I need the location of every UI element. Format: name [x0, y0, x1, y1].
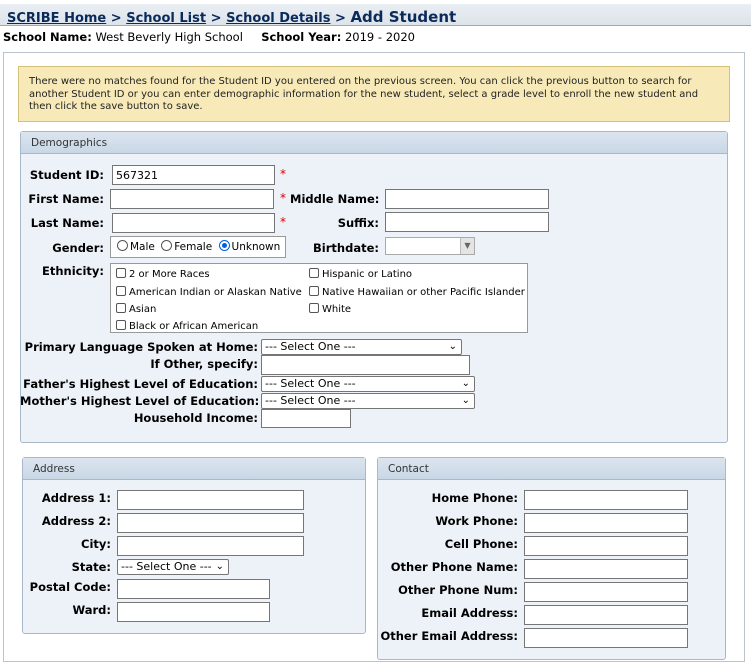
work-phone-input[interactable] [524, 513, 688, 533]
no-match-notice: There were no matches found for the Stud… [18, 66, 730, 122]
ethnicity-option[interactable]: Native Hawaiian or other Pacific Islande… [309, 286, 525, 298]
checkbox-icon [309, 303, 319, 313]
household-income-input[interactable] [261, 409, 351, 428]
ethnicity-option[interactable]: Hispanic or Latino [309, 268, 412, 280]
radio-selected-icon [218, 240, 230, 251]
other-phone-num-input[interactable] [524, 582, 688, 602]
ethnicity-option[interactable]: Black or African American [116, 320, 258, 332]
school-info: School Name: West Beverly High School Sc… [3, 30, 415, 44]
email-input[interactable] [524, 605, 688, 625]
checkbox-icon [309, 268, 319, 278]
breadcrumb-separator: > [110, 11, 122, 26]
primary-language-label: Primary Language Spoken at Home: [24, 340, 258, 354]
father-education-select[interactable]: --- Select One --- ⌄ [261, 376, 475, 392]
contact-header: Contact [378, 458, 725, 480]
work-phone-label: Work Phone: [435, 514, 518, 528]
city-input[interactable] [117, 536, 304, 556]
cell-phone-input[interactable] [524, 536, 688, 556]
student-id-label: Student ID: [29, 168, 104, 182]
gender-option-unknown[interactable]: Unknown [218, 240, 280, 253]
first-name-input[interactable] [110, 189, 274, 209]
household-income-label: Household Income: [133, 411, 258, 425]
suffix-input[interactable] [385, 212, 549, 232]
chevron-down-icon: ⌄ [448, 341, 457, 352]
chevron-down-icon: ⌄ [461, 395, 470, 406]
school-year-label: School Year: [261, 30, 342, 44]
middle-name-input[interactable] [385, 189, 549, 209]
email-label: Email Address: [421, 606, 518, 620]
radio-icon [117, 240, 128, 251]
school-name-value: West Beverly High School [95, 30, 243, 44]
birthdate-input[interactable]: ▼ [385, 237, 475, 255]
checkbox-icon [116, 268, 126, 278]
school-year-value: 2019 - 2020 [344, 30, 415, 44]
if-other-label: If Other, specify: [150, 357, 258, 371]
gender-option-male[interactable]: Male [117, 240, 155, 253]
breadcrumb-home-link[interactable]: SCRIBE Home [7, 11, 106, 26]
primary-language-select[interactable]: --- Select One --- ⌄ [261, 339, 462, 355]
checkbox-icon [116, 320, 126, 330]
breadcrumb-school-details-link[interactable]: School Details [226, 11, 330, 26]
gender-option-female[interactable]: Female [161, 240, 212, 253]
other-phone-name-input[interactable] [524, 559, 688, 579]
other-email-input[interactable] [524, 628, 688, 648]
radio-icon [161, 240, 173, 251]
ethnicity-option[interactable]: 2 or More Races [116, 268, 210, 280]
postal-code-label: Postal Code: [29, 580, 111, 594]
home-phone-label: Home Phone: [431, 491, 518, 505]
ethnicity-label: Ethnicity: [41, 264, 104, 278]
required-marker: * [280, 167, 286, 181]
other-phone-name-label: Other Phone Name: [390, 560, 518, 574]
mother-education-select[interactable]: --- Select One --- ⌄ [261, 393, 475, 409]
ethnicity-option[interactable]: American Indian or Alaskan Native [116, 286, 302, 298]
address1-input[interactable] [117, 490, 304, 510]
breadcrumb-separator: > [210, 11, 222, 26]
state-label: State: [71, 560, 111, 574]
chevron-down-icon: ⌄ [461, 378, 470, 389]
last-name-label: Last Name: [30, 216, 104, 230]
breadcrumb-separator: > [335, 11, 346, 26]
address2-input[interactable] [117, 513, 304, 533]
middle-name-label: Middle Name: [290, 192, 380, 206]
first-name-label: First Name: [28, 192, 104, 206]
demographics-header: Demographics [21, 132, 727, 154]
breadcrumb-school-list-link[interactable]: School List [126, 11, 206, 26]
gender-radio-group: Male Female Unknown [110, 236, 286, 258]
state-select[interactable]: --- Select One --- ⌄ [117, 559, 229, 575]
required-marker: * [280, 191, 286, 205]
gender-label: Gender: [52, 241, 104, 255]
other-phone-num-label: Other Phone Num: [398, 583, 518, 597]
chevron-down-icon[interactable]: ▼ [460, 238, 474, 254]
page-title: Add Student [350, 8, 457, 26]
ward-input[interactable] [117, 602, 270, 622]
postal-code-input[interactable] [117, 579, 270, 599]
address2-label: Address 2: [41, 514, 111, 528]
school-name-label: School Name: [3, 30, 92, 44]
last-name-input[interactable] [112, 213, 275, 233]
required-marker: * [280, 215, 286, 229]
ethnicity-option[interactable]: White [309, 303, 351, 315]
address1-label: Address 1: [41, 491, 111, 505]
ward-label: Ward: [72, 603, 111, 617]
checkbox-icon [116, 286, 126, 296]
home-phone-input[interactable] [524, 490, 688, 510]
if-other-input[interactable] [261, 355, 470, 375]
suffix-label: Suffix: [337, 216, 379, 230]
city-label: City: [81, 537, 111, 551]
checkbox-icon [309, 286, 319, 296]
cell-phone-label: Cell Phone: [444, 537, 518, 551]
address-header: Address [23, 458, 365, 480]
ethnicity-option[interactable]: Asian [116, 303, 156, 315]
father-education-label: Father's Highest Level of Education: [23, 377, 258, 391]
breadcrumb: SCRIBE Home > School List > School Detai… [7, 8, 456, 26]
mother-education-label: Mother's Highest Level of Education: [20, 394, 260, 408]
other-email-label: Other Email Address: [380, 629, 518, 643]
birthdate-label: Birthdate: [313, 241, 379, 255]
checkbox-icon [116, 303, 126, 313]
student-id-input[interactable] [112, 165, 275, 185]
chevron-down-icon: ⌄ [215, 561, 224, 572]
